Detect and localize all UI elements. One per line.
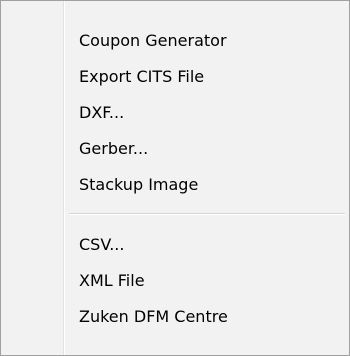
context-menu: Coupon Generator Export CITS File DXF...…	[0, 0, 350, 356]
menu-item-label: CSV...	[79, 235, 125, 254]
menu-item-label: Gerber...	[79, 139, 149, 158]
menu-item-label: Export CITS File	[79, 67, 205, 86]
menu-item-label: DXF...	[79, 103, 125, 122]
menu-item-xml-file[interactable]: XML File	[3, 263, 347, 299]
menu-item-dxf[interactable]: DXF...	[3, 95, 347, 131]
menu-item-label: Zuken DFM Centre	[79, 307, 228, 326]
menu-item-label: Stackup Image	[79, 175, 199, 194]
menu-separator	[69, 213, 345, 215]
menu-item-label: Coupon Generator	[79, 31, 227, 50]
menu-item-label: XML File	[79, 271, 145, 290]
menu-item-stackup-image[interactable]: Stackup Image	[3, 167, 347, 203]
menu-item-csv[interactable]: CSV...	[3, 227, 347, 263]
menu-item-export-cits-file[interactable]: Export CITS File	[3, 59, 347, 95]
menu-item-coupon-generator[interactable]: Coupon Generator	[3, 23, 347, 59]
menu-item-gerber[interactable]: Gerber...	[3, 131, 347, 167]
menu-item-zuken-dfm-centre[interactable]: Zuken DFM Centre	[3, 299, 347, 335]
